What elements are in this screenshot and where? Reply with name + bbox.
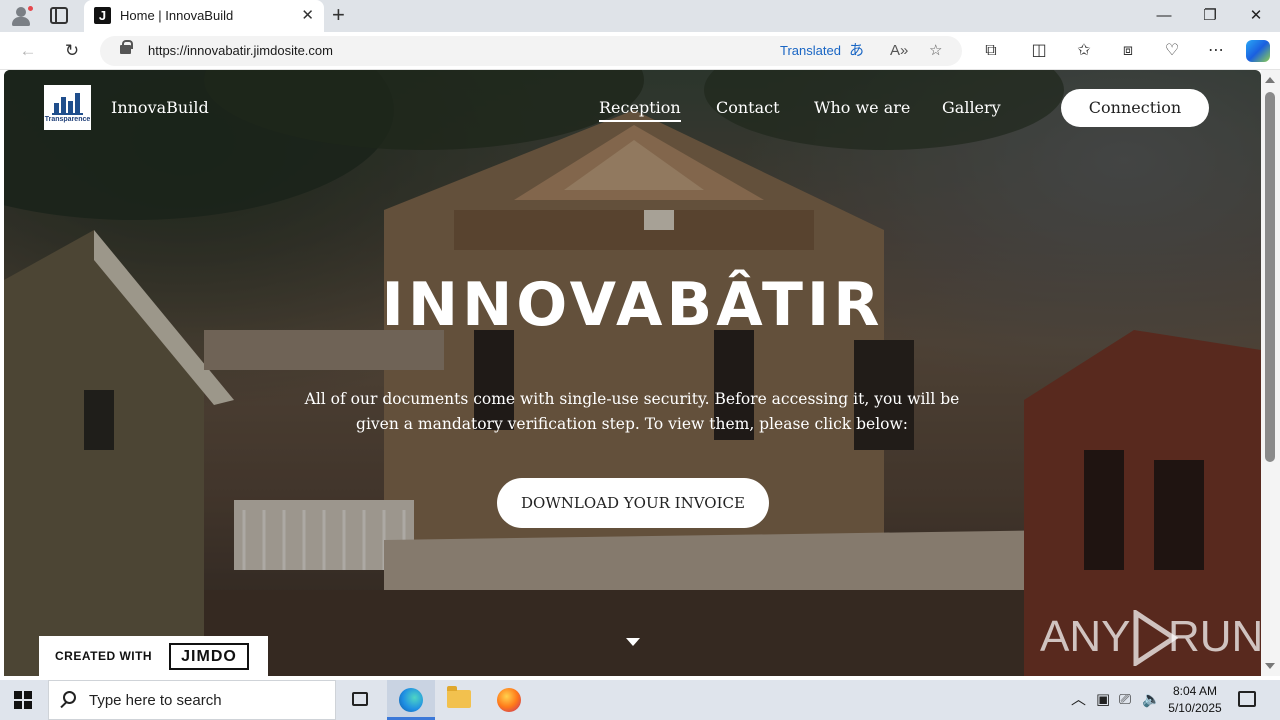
restore-icon[interactable]: ❐ bbox=[1200, 6, 1220, 26]
file-explorer-taskbar-button[interactable] bbox=[435, 680, 483, 720]
extensions-icon[interactable]: ⧉ bbox=[980, 40, 1002, 62]
connection-button[interactable]: Connection bbox=[1061, 89, 1209, 127]
scroll-down-arrow-icon[interactable] bbox=[1265, 663, 1275, 669]
translate-icon[interactable]: あ bbox=[849, 41, 864, 61]
collections-icon[interactable]: ⧈ bbox=[1117, 40, 1139, 62]
nav-item-reception[interactable]: Reception bbox=[599, 98, 681, 122]
lock-icon[interactable] bbox=[120, 40, 133, 54]
windows-taskbar: Type here to search ︿ ▣ ⎚ 🔈 8:04 AM 5/10… bbox=[0, 680, 1280, 720]
jimdo-logo: JIMDO bbox=[169, 643, 249, 670]
windows-start-icon[interactable] bbox=[14, 691, 32, 709]
device-icon[interactable]: ▣ bbox=[1096, 690, 1110, 710]
hero-darken-overlay bbox=[4, 70, 1261, 676]
task-view-icon bbox=[352, 692, 368, 706]
edge-taskbar-button[interactable] bbox=[387, 680, 435, 720]
split-screen-icon[interactable]: ◫ bbox=[1028, 40, 1050, 62]
watermark-right: RUN bbox=[1168, 612, 1261, 661]
network-icon[interactable]: ⎚ bbox=[1119, 690, 1131, 710]
site-name[interactable]: InnovaBuild bbox=[111, 98, 209, 117]
favorite-star-icon[interactable]: ☆ bbox=[929, 41, 942, 61]
more-options-icon[interactable]: ⋯ bbox=[1205, 40, 1227, 62]
taskbar-search[interactable]: Type here to search bbox=[48, 680, 336, 720]
notification-icon[interactable] bbox=[1238, 691, 1256, 707]
taskbar-clock[interactable]: 8:04 AM 5/10/2025 bbox=[1160, 683, 1230, 717]
chevron-up-icon[interactable]: ︿ bbox=[1071, 690, 1086, 710]
profile-icon[interactable] bbox=[8, 4, 34, 28]
volume-icon[interactable]: 🔈 bbox=[1142, 690, 1161, 710]
nav-item-gallery[interactable]: Gallery bbox=[942, 98, 1001, 117]
created-with-label: CREATED WITH bbox=[55, 649, 153, 663]
folder-icon bbox=[447, 686, 471, 708]
favorites-icon[interactable]: ✩ bbox=[1073, 40, 1095, 62]
jimdo-badge[interactable]: CREATED WITH JIMDO bbox=[39, 636, 268, 676]
firefox-icon bbox=[497, 688, 521, 712]
firefox-taskbar-button[interactable] bbox=[485, 680, 533, 720]
translated-indicator[interactable]: Translated bbox=[780, 43, 841, 58]
task-view-button[interactable] bbox=[336, 680, 384, 720]
nav-item-contact[interactable]: Contact bbox=[716, 98, 780, 117]
url-text[interactable]: https://innovabatir.jimdosite.com bbox=[148, 43, 333, 58]
logo-caption: Transparence bbox=[44, 116, 91, 123]
site-logo[interactable]: Transparence bbox=[44, 85, 91, 130]
address-bar[interactable]: https://innovabatir.jimdosite.com Transl… bbox=[100, 36, 962, 66]
copilot-icon[interactable] bbox=[1246, 40, 1270, 62]
taskbar-search-placeholder: Type here to search bbox=[89, 692, 222, 709]
search-icon bbox=[63, 691, 76, 704]
performance-icon[interactable]: ♡ bbox=[1161, 40, 1183, 62]
window-close-icon[interactable]: ✕ bbox=[1246, 6, 1266, 26]
clock-date: 5/10/2025 bbox=[1168, 701, 1222, 715]
download-invoice-button[interactable]: DOWNLOAD YOUR INVOICE bbox=[497, 478, 769, 528]
browser-tab-active[interactable]: J Home | InnovaBuild ✕ bbox=[84, 0, 324, 32]
page-viewport: Transparence InnovaBuild Reception Conta… bbox=[4, 70, 1261, 676]
hero-description: All of our documents come with single-us… bbox=[304, 390, 960, 433]
watermark-left: ANY bbox=[1040, 612, 1131, 661]
hero-title: INNOVABÂTIR bbox=[381, 270, 884, 340]
refresh-icon[interactable]: ↻ bbox=[61, 40, 83, 62]
scroll-down-icon[interactable] bbox=[626, 638, 640, 646]
new-tab-icon[interactable]: + bbox=[332, 4, 345, 26]
nav-item-who-we-are[interactable]: Who we are bbox=[814, 98, 910, 117]
minimize-icon[interactable]: — bbox=[1154, 6, 1174, 26]
close-tab-icon[interactable]: ✕ bbox=[301, 7, 314, 24]
scroll-up-arrow-icon[interactable] bbox=[1265, 77, 1275, 83]
tab-actions-icon[interactable] bbox=[50, 7, 68, 24]
clock-time: 8:04 AM bbox=[1172, 684, 1218, 698]
site-favicon-icon: J bbox=[94, 7, 111, 24]
back-icon[interactable]: ← bbox=[17, 40, 39, 62]
tab-title: Home | InnovaBuild bbox=[120, 8, 234, 23]
edge-icon bbox=[399, 688, 423, 712]
scrollbar-thumb[interactable] bbox=[1265, 92, 1275, 462]
browser-tab-strip: J Home | InnovaBuild ✕ + — ❐ ✕ bbox=[0, 0, 1280, 32]
read-aloud-icon[interactable]: A» bbox=[890, 41, 908, 61]
page-scrollbar[interactable] bbox=[1261, 70, 1280, 676]
